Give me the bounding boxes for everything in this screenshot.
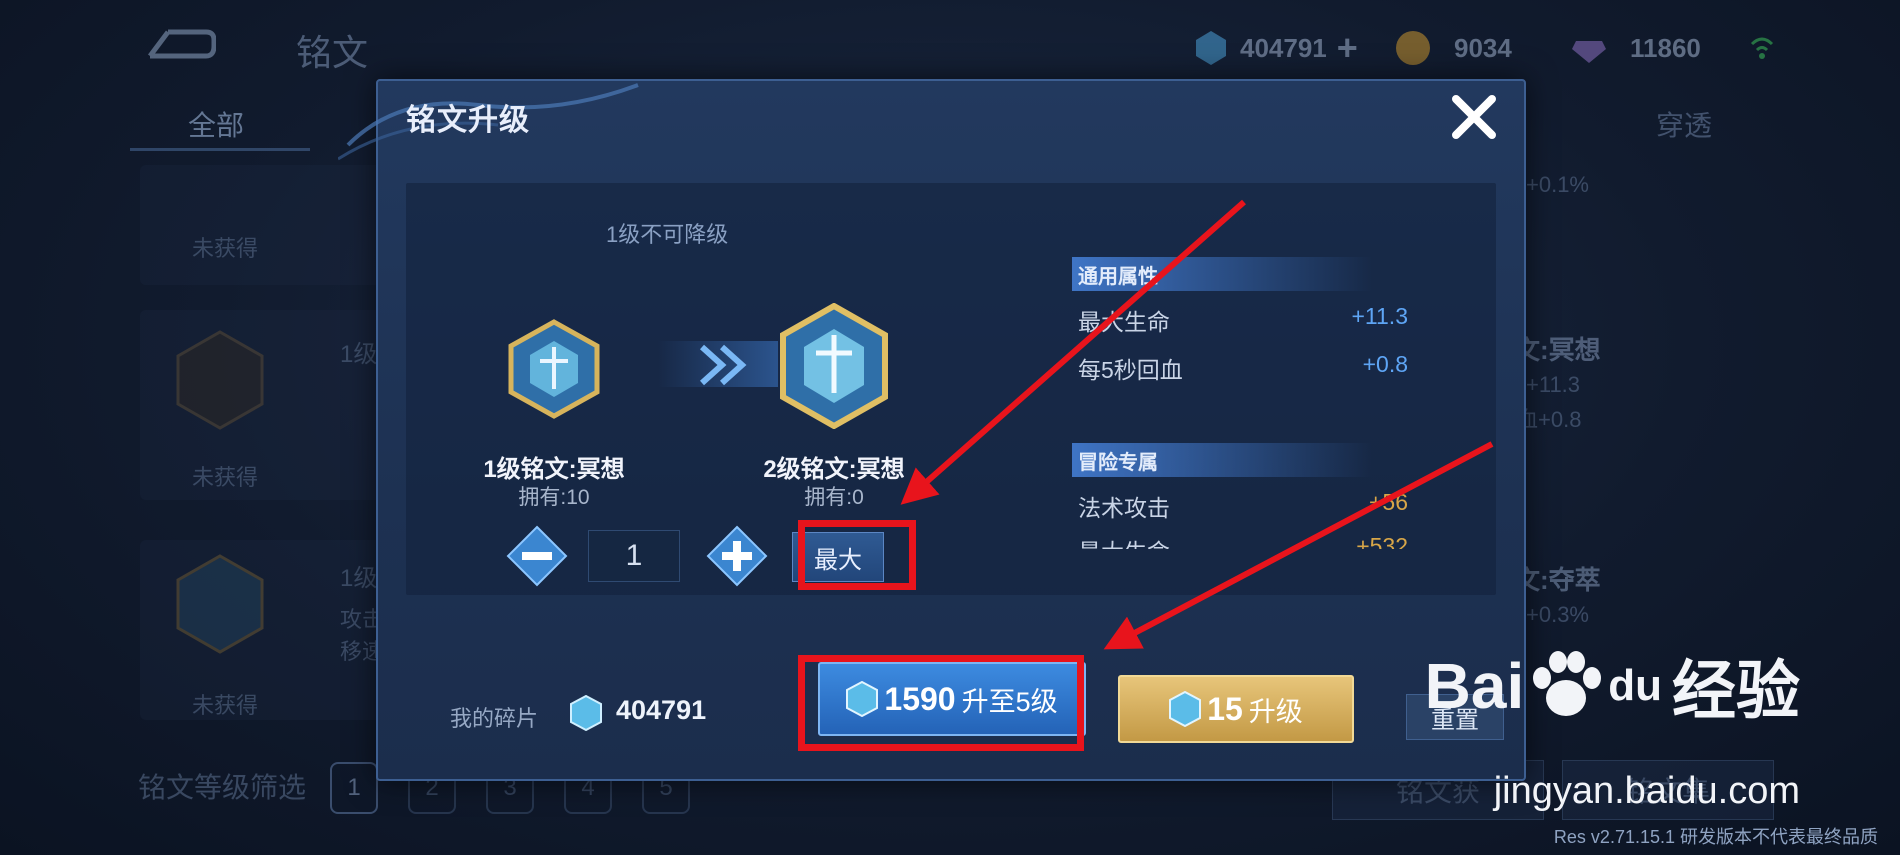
- to-rune-owned: 拥有:0: [804, 486, 864, 509]
- gem-icon: [1572, 41, 1606, 63]
- rune-emblem-icon: [176, 554, 264, 654]
- version-text: Res v2.71.15.1 研发版本不代表最终品质: [1553, 827, 1878, 847]
- from-rune-name: 1级铭文:冥想: [483, 456, 625, 483]
- card-name: 文:冥想: [1514, 335, 1601, 365]
- rune-level-1-emblem-icon: [508, 319, 600, 419]
- card-name-prefix: 1级: [340, 341, 378, 368]
- upgrade-cost: 15: [1207, 690, 1243, 727]
- shard-amount: 404791: [1240, 32, 1327, 63]
- paw-logo-icon: [1533, 651, 1602, 716]
- stat-row: 每5秒回血 +0.8: [1078, 351, 1408, 385]
- card-stat: +0.3%: [1526, 602, 1589, 627]
- watermark-bai: Bai: [1424, 650, 1525, 722]
- tab-underline: [130, 148, 310, 151]
- section-general-attributes: 通用属性: [1072, 257, 1372, 291]
- stat-value: +0.8: [1362, 351, 1408, 377]
- add-shard-icon[interactable]: +: [1337, 27, 1358, 69]
- level-filter-label: 铭文等级筛选: [138, 772, 307, 803]
- card-status: 未获得: [192, 465, 259, 490]
- card-stat: +11.3: [1526, 372, 1581, 397]
- gem-amount: 11860: [1630, 32, 1701, 63]
- card-name-prefix: 1级: [340, 565, 378, 592]
- stat-value: +56: [1368, 489, 1408, 515]
- page-title: 铭文: [296, 32, 369, 73]
- tab-penetration[interactable]: 穿透: [1656, 104, 1712, 144]
- card-status: 未获得: [192, 693, 259, 718]
- stat-label: 最大生命: [1078, 533, 1170, 549]
- shard-crystal-icon: [1169, 691, 1202, 727]
- my-fragments-value: 404791: [616, 695, 707, 725]
- my-fragments-label: 我的碎片: [450, 706, 539, 731]
- highlight-box-max: [798, 520, 916, 590]
- card-stat: +0.1%: [1526, 172, 1589, 197]
- shard-currency[interactable]: 404791 +: [1192, 26, 1358, 70]
- upgrade-button[interactable]: 15 升级: [1118, 675, 1354, 743]
- section-adventure-exclusive: 冒险专属: [1072, 443, 1372, 477]
- rune-level-2-emblem-icon: [780, 303, 888, 429]
- increase-quantity-button[interactable]: [706, 525, 768, 587]
- card-name: 文:夺萃: [1514, 565, 1601, 595]
- gold-amount: 9034: [1454, 32, 1512, 63]
- watermark-jingyan: 经验: [1672, 655, 1800, 727]
- stat-label: 每5秒回血: [1078, 357, 1183, 383]
- gold-coin-icon: [1396, 31, 1430, 65]
- gem-currency: 11860: [1570, 26, 1701, 70]
- filter-level-1[interactable]: 1: [330, 762, 378, 814]
- stat-value: +532: [1356, 533, 1408, 549]
- close-icon[interactable]: [1446, 89, 1502, 145]
- no-downgrade-hint: 1级不可降级: [606, 222, 729, 247]
- wifi-icon: [1750, 37, 1774, 59]
- stat-row: 最大生命 +11.3: [1078, 303, 1408, 337]
- highlight-box-upgrade-to-5: [798, 655, 1084, 751]
- dialog-title: 铭文升级: [406, 104, 530, 137]
- from-rune-owned: 拥有:10: [518, 486, 590, 509]
- stat-value: +11.3: [1351, 303, 1409, 329]
- tab-all[interactable]: 全部: [188, 104, 244, 144]
- upgrade-label: 升级: [1248, 696, 1303, 727]
- watermark-url: jingyan.baidu.com: [1493, 770, 1800, 812]
- back-arrow-icon[interactable]: [146, 28, 216, 62]
- double-chevron-icon: [699, 344, 747, 386]
- quantity-input[interactable]: 1: [588, 530, 680, 582]
- stat-label: 最大生命: [1078, 309, 1170, 335]
- card-status: 未获得: [192, 236, 259, 261]
- stat-row: 法术攻击 +56: [1078, 489, 1408, 523]
- stat-label: 法术攻击: [1078, 495, 1170, 521]
- rune-emblem-icon: [176, 330, 264, 430]
- shard-crystal-icon: [1196, 31, 1226, 65]
- shard-crystal-icon: [570, 695, 602, 731]
- watermark-du: du: [1608, 661, 1662, 710]
- stat-row: 最大生命 +532: [1078, 533, 1408, 549]
- to-rune-name: 2级铭文:冥想: [763, 456, 905, 483]
- baidu-watermark: Bai du 经验: [1425, 640, 1800, 732]
- decrease-quantity-button[interactable]: [506, 525, 568, 587]
- gold-currency: 9034: [1394, 26, 1512, 70]
